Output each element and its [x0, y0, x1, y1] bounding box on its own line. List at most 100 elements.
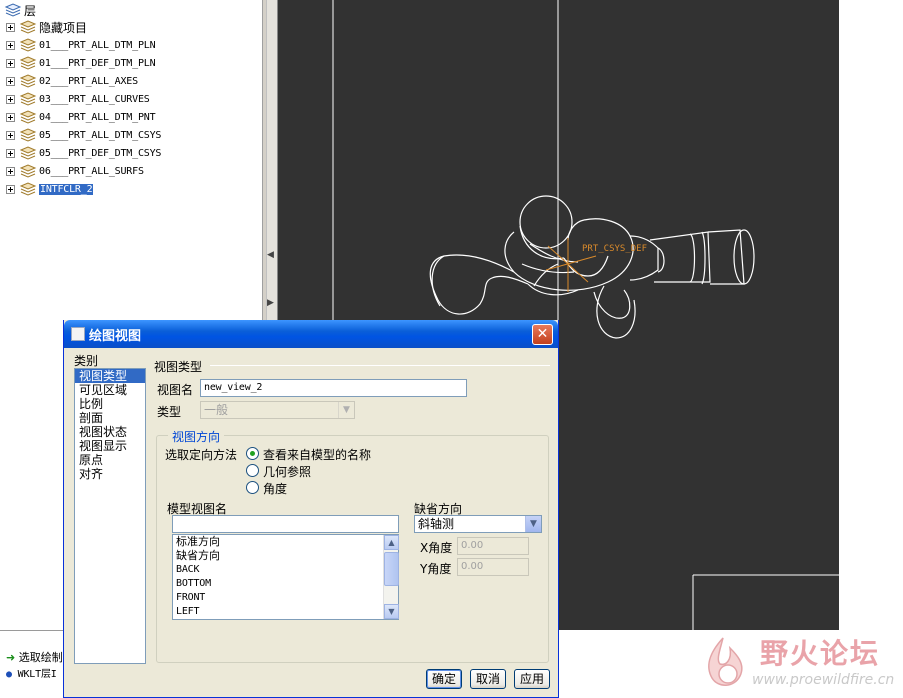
layer-tree-root[interactable]: 层 — [4, 2, 36, 18]
layer-tree-item-label: INTFCLR_2 — [39, 183, 94, 195]
layer-tree-item-label: 03___PRT_ALL_CURVES — [39, 93, 150, 105]
x-angle-label: X角度 — [420, 541, 453, 555]
expand-icon[interactable] — [6, 112, 15, 122]
orientation-radio-label[interactable]: 几何参照 — [263, 463, 311, 480]
view-name-label: 视图名 — [157, 383, 194, 397]
list-item[interactable]: BOTTOM — [173, 577, 398, 591]
list-item[interactable]: 缺省方向 — [173, 549, 398, 563]
list-item[interactable]: BACK — [173, 563, 398, 577]
message-text-2: WKLT层I — [17, 669, 57, 680]
layer-icon — [19, 164, 37, 178]
scroll-thumb[interactable] — [384, 552, 399, 586]
layers-icon — [4, 3, 22, 17]
layer-tree-item[interactable]: 03___PRT_ALL_CURVES — [6, 90, 150, 108]
list-scrollbar[interactable]: ▲ ▼ — [383, 535, 399, 619]
layer-icon — [19, 20, 37, 34]
list-item[interactable]: 标准方向 — [173, 535, 398, 549]
section-divider — [210, 365, 550, 366]
category-item[interactable]: 视图显示 — [75, 439, 145, 453]
expand-icon[interactable] — [6, 76, 15, 86]
category-item[interactable]: 比例 — [75, 397, 145, 411]
orientation-method-label: 选取定向方法 — [165, 448, 238, 462]
message-line-1: ➜ 选取绘制 — [6, 649, 63, 665]
layer-tree-item-label: 05___PRT_ALL_DTM_CSYS — [39, 129, 162, 141]
list-item[interactable]: FRONT — [173, 591, 398, 605]
layer-tree-item[interactable]: 04___PRT_ALL_DTM_PNT — [6, 108, 156, 126]
ok-button[interactable]: 确定 — [426, 669, 462, 689]
expand-icon[interactable] — [6, 166, 15, 176]
model-view-filter-input[interactable] — [172, 515, 399, 533]
model-view-list[interactable]: 标准方向 缺省方向 BACK BOTTOM FRONT LEFT ▲ ▼ — [172, 534, 399, 620]
category-item[interactable]: 可见区域 — [75, 383, 145, 397]
type-select[interactable]: 一般 ▼ — [200, 401, 355, 419]
message-area: ➜ 选取绘制 ● WKLT层I — [0, 630, 70, 698]
expand-icon[interactable] — [6, 94, 15, 104]
layer-tree-item[interactable]: 05___PRT_ALL_DTM_CSYS — [6, 126, 161, 144]
layer-tree-item-label: 01___PRT_ALL_DTM_PLN — [39, 39, 156, 51]
layer-icon — [19, 38, 37, 52]
expand-icon[interactable] — [6, 130, 15, 140]
expand-icon[interactable] — [6, 22, 15, 32]
category-item[interactable]: 视图类型 — [75, 369, 145, 383]
category-list[interactable]: 视图类型 可见区域 比例 剖面 视图状态 视图显示 原点 对齐 — [74, 368, 146, 664]
dialog-title: 绘图视图 — [89, 329, 142, 344]
layer-tree-item-label: 01___PRT_DEF_DTM_PLN — [39, 57, 156, 69]
y-angle-input[interactable]: 0.00 — [457, 558, 529, 576]
close-button[interactable]: ✕ — [532, 324, 553, 345]
layer-tree-item-label: 05___PRT_DEF_DTM_CSYS — [39, 147, 162, 159]
layer-tree-item-label: 06___PRT_ALL_SURFS — [39, 165, 144, 177]
category-item[interactable]: 视图状态 — [75, 425, 145, 439]
scroll-up-icon[interactable]: ▲ — [384, 535, 399, 550]
category-item[interactable]: 原点 — [75, 453, 145, 467]
type-select-value: 一般 — [204, 403, 229, 417]
watermark-title: 野火论坛 — [760, 637, 881, 670]
message-text-1: 选取绘制 — [18, 651, 63, 664]
apply-button[interactable]: 应用 — [514, 669, 550, 689]
orientation-group-title: 视图方向 — [168, 428, 225, 445]
layer-icon — [19, 146, 37, 160]
expand-icon[interactable] — [6, 148, 15, 158]
category-item[interactable]: 剖面 — [75, 411, 145, 425]
layer-tree-item[interactable]: 02___PRT_ALL_AXES — [6, 72, 138, 90]
csys-label: PRT_CSYS_DEF — [582, 244, 647, 254]
view-name-input[interactable]: new_view_2 — [200, 379, 467, 397]
layer-tree-item-label: 04___PRT_ALL_DTM_PNT — [39, 111, 156, 123]
expand-right-icon[interactable]: ▶ — [267, 298, 274, 308]
layer-icon — [19, 74, 37, 88]
default-orientation-select[interactable]: 斜轴测 ▼ — [414, 515, 542, 533]
layer-tree-item[interactable]: INTFCLR_2 — [6, 180, 94, 198]
orientation-radio[interactable] — [246, 464, 259, 477]
bullet-icon: ● — [6, 669, 12, 680]
layer-tree-item[interactable]: 01___PRT_DEF_DTM_PLN — [6, 54, 156, 72]
default-orientation-value: 斜轴测 — [418, 517, 455, 531]
cancel-button[interactable]: 取消 — [470, 669, 506, 689]
orientation-radio-label[interactable]: 查看来自模型的名称 — [263, 446, 371, 463]
category-item[interactable]: 对齐 — [75, 467, 145, 481]
close-icon: ✕ — [536, 326, 549, 342]
y-angle-label: Y角度 — [420, 562, 452, 576]
layer-tree-item[interactable]: 隐藏项目 — [6, 18, 87, 36]
dialog-window-icon — [71, 327, 85, 341]
orientation-radio[interactable] — [246, 481, 259, 494]
expand-icon[interactable] — [6, 58, 15, 68]
expand-icon[interactable] — [6, 40, 15, 50]
x-angle-input[interactable]: 0.00 — [457, 537, 529, 555]
layer-icon — [19, 128, 37, 142]
expand-icon[interactable] — [6, 184, 15, 194]
orientation-radio-label[interactable]: 角度 — [263, 480, 287, 497]
scroll-down-icon[interactable]: ▼ — [384, 604, 399, 619]
layer-tree-item[interactable]: 05___PRT_DEF_DTM_CSYS — [6, 144, 161, 162]
orientation-radio[interactable] — [246, 447, 259, 460]
list-item[interactable]: LEFT — [173, 605, 398, 619]
section-title: 视图类型 — [154, 360, 203, 374]
type-label: 类型 — [157, 405, 182, 419]
layer-tree-item[interactable]: 01___PRT_ALL_DTM_PLN — [6, 36, 156, 54]
flame-logo-icon — [708, 637, 743, 686]
layer-icon — [19, 182, 37, 196]
dialog-titlebar[interactable]: 绘图视图 ✕ — [64, 320, 558, 348]
layer-tree-item-label: 02___PRT_ALL_AXES — [39, 75, 138, 87]
layer-icon — [19, 92, 37, 106]
collapse-left-icon[interactable]: ◀ — [267, 250, 274, 260]
drawing-view-dialog: 绘图视图 ✕ 类别 视图类型 可见区域 比例 剖面 视图状态 视图显示 原点 对齐 视图类型 … — [63, 320, 559, 698]
layer-tree-item[interactable]: 06___PRT_ALL_SURFS — [6, 162, 144, 180]
